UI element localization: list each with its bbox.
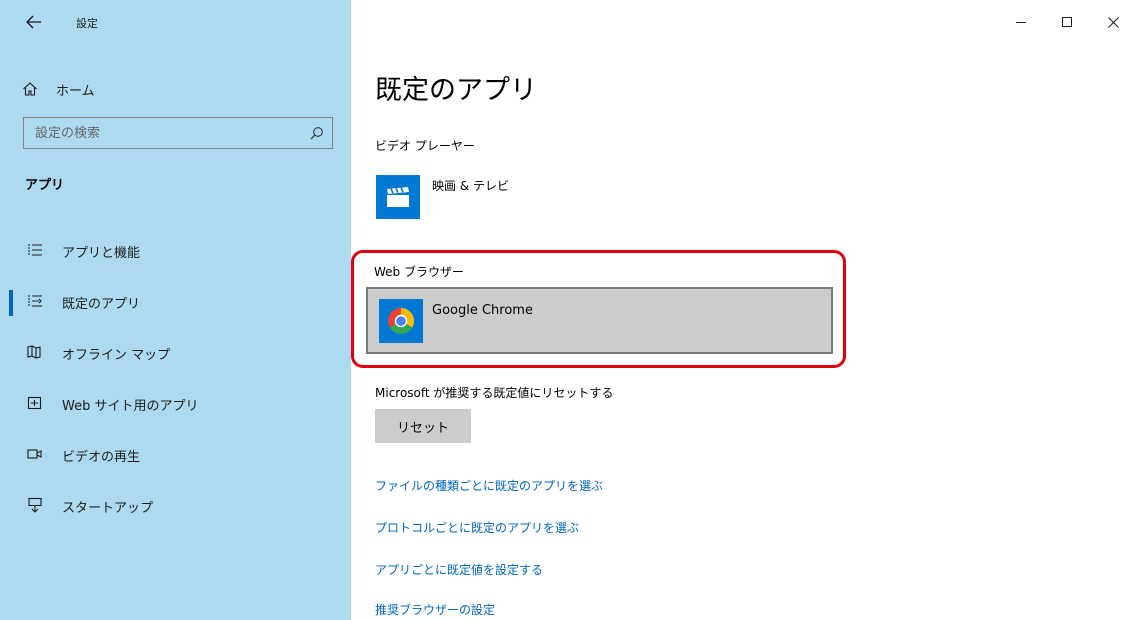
sidebar-item-label: アプリと機能 [62,246,141,261]
chrome-icon [379,299,423,343]
sidebar-item-video-playback[interactable]: ビデオの再生 [0,430,351,481]
minimize-icon [1016,22,1026,23]
link-choose-by-protocol[interactable]: プロトコルごとに既定のアプリを選ぶ [375,519,579,536]
app-title: 設定 [76,17,98,30]
sidebar-item-label: Web サイト用のアプリ [62,399,199,414]
sidebar-item-label: 既定のアプリ [62,297,141,312]
close-icon [1107,16,1119,28]
close-button[interactable] [1090,0,1129,44]
home-icon [18,77,42,101]
video-player-app-tile[interactable]: 映画 & テレビ [376,175,676,219]
video-icon [24,443,46,465]
back-arrow-icon [26,15,41,29]
home-label: ホーム [56,83,95,99]
search-input[interactable] [24,125,302,141]
default-apps-icon [24,290,46,312]
sidebar-item-web-apps[interactable]: Web サイト用のアプリ [0,379,351,430]
sidebar-item-offline-maps[interactable]: オフライン マップ [0,328,351,379]
minimize-button[interactable] [998,0,1044,44]
back-button[interactable] [22,10,46,34]
map-icon [24,341,46,363]
video-player-heading: ビデオ プレーヤー [375,139,475,153]
sidebar: 設定 ホーム アプリ アプリと機能 既定のアプリ [0,0,351,620]
reset-button[interactable]: リセット [375,409,471,443]
page-title: 既定のアプリ [375,75,537,106]
sidebar-item-startup[interactable]: スタートアップ [0,481,351,532]
home-link[interactable]: ホーム [18,74,338,104]
web-browser-app-tile[interactable]: Google Chrome [366,287,833,354]
sidebar-item-label: オフライン マップ [62,348,171,363]
search-box [23,117,333,149]
link-set-defaults-by-app[interactable]: アプリごとに既定値を設定する [375,561,543,578]
maximize-button[interactable] [1044,0,1090,44]
link-recommended-browser-settings[interactable]: 推奨ブラウザーの設定 [375,601,495,618]
sidebar-item-label: スタートアップ [62,501,154,516]
maximize-icon [1062,17,1072,27]
reset-description: Microsoft が推奨する既定値にリセットする [375,386,614,400]
sidebar-item-label: ビデオの再生 [62,450,141,465]
web-app-icon [24,392,46,414]
movies-tv-icon [376,175,420,219]
section-label: アプリ [25,178,65,193]
title-bar: 設定 [0,0,351,44]
search-icon[interactable] [302,118,332,148]
selection-indicator [9,290,13,316]
list-icon [24,239,46,261]
sidebar-item-apps-features[interactable]: アプリと機能 [0,226,351,277]
web-browser-heading: Web ブラウザー [374,265,464,279]
web-browser-app-name: Google Chrome [432,303,533,318]
startup-icon [24,494,46,516]
link-choose-by-file-type[interactable]: ファイルの種類ごとに既定のアプリを選ぶ [375,477,603,494]
sidebar-item-default-apps[interactable]: 既定のアプリ [0,277,351,328]
sidebar-nav: アプリと機能 既定のアプリ オフライン マップ Web サイト用のアプリ ビデオ… [0,226,351,532]
video-player-app-name: 映画 & テレビ [432,179,509,193]
